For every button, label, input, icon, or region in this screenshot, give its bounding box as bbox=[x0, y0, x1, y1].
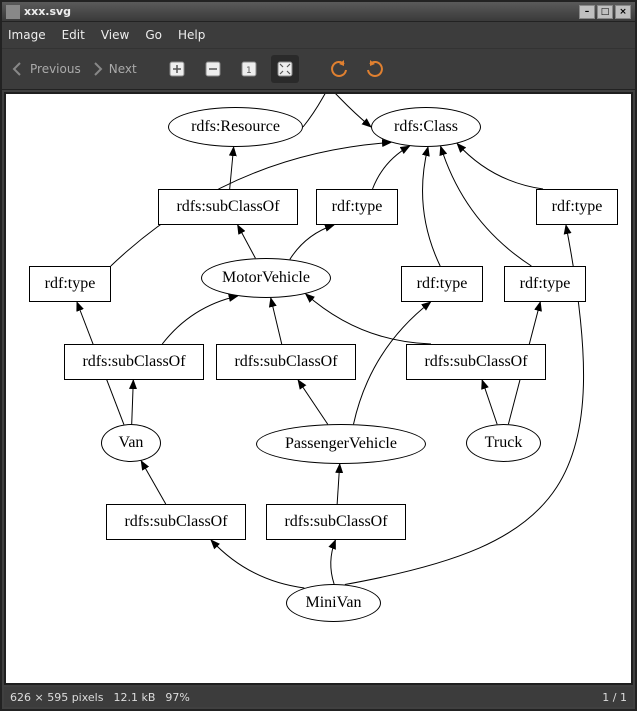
image-viewport[interactable]: rdfs:Resource rdfs:Class rdfs:subClassOf rd… bbox=[4, 92, 633, 685]
statusbar: 626 × 595 pixels 12.1 kB 97% 1 / 1 bbox=[4, 687, 633, 707]
graph-node-van: Van bbox=[101, 424, 161, 462]
graph-node-type_c2: rdf:type bbox=[536, 189, 618, 225]
zoom-out-button[interactable] bbox=[199, 55, 227, 83]
next-label: Next bbox=[109, 62, 137, 76]
zoom-fit-button[interactable] bbox=[271, 55, 299, 83]
graph-node-type_l: rdf:type bbox=[29, 266, 111, 302]
menu-view[interactable]: View bbox=[101, 28, 129, 42]
menubar: Image Edit View Go Help bbox=[2, 22, 635, 48]
svg-text:1: 1 bbox=[246, 66, 252, 76]
previous-label: Previous bbox=[30, 62, 81, 76]
rotate-left-icon bbox=[330, 60, 348, 78]
minimize-button[interactable]: – bbox=[579, 5, 595, 19]
zoom-out-icon bbox=[205, 61, 221, 77]
graph-node-sco_mvan1: rdfs:subClassOf bbox=[106, 504, 246, 540]
status-page: 1 / 1 bbox=[602, 691, 627, 704]
graph-node-type_r2: rdf:type bbox=[504, 266, 586, 302]
maximize-button[interactable]: □ bbox=[597, 5, 613, 19]
graph-node-pv: PassengerVehicle bbox=[256, 424, 426, 464]
arrow-left-icon bbox=[10, 61, 26, 77]
graph-node-sco_res: rdfs:subClassOf bbox=[158, 189, 298, 225]
graph-node-mv: MotorVehicle bbox=[201, 258, 331, 298]
close-button[interactable]: × bbox=[615, 5, 631, 19]
arrow-right-icon bbox=[89, 61, 105, 77]
graph-node-sco_van: rdfs:subClassOf bbox=[64, 344, 204, 380]
zoom-fit-icon bbox=[277, 61, 293, 77]
rotate-left-button[interactable] bbox=[325, 55, 353, 83]
zoom-in-button[interactable] bbox=[163, 55, 191, 83]
app-icon bbox=[6, 5, 20, 19]
toolbar: Previous Next 1 bbox=[2, 48, 635, 90]
zoom-in-icon bbox=[169, 61, 185, 77]
graph-node-truck: Truck bbox=[466, 424, 541, 462]
status-dimensions: 626 × 595 pixels bbox=[10, 691, 103, 704]
menu-edit[interactable]: Edit bbox=[62, 28, 85, 42]
graph-node-type_c1: rdf:type bbox=[316, 189, 398, 225]
status-filesize: 12.1 kB bbox=[113, 691, 155, 704]
menu-image[interactable]: Image bbox=[8, 28, 46, 42]
graph-node-sco_mvan2: rdfs:subClassOf bbox=[266, 504, 406, 540]
zoom-original-button[interactable]: 1 bbox=[235, 55, 263, 83]
menu-go[interactable]: Go bbox=[145, 28, 162, 42]
graph-node-minivan: MiniVan bbox=[286, 584, 381, 622]
rotate-right-button[interactable] bbox=[361, 55, 389, 83]
next-button[interactable]: Next bbox=[89, 61, 137, 77]
window-title: xxx.svg bbox=[24, 5, 577, 18]
graph-node-sco_truck: rdfs:subClassOf bbox=[406, 344, 546, 380]
previous-button[interactable]: Previous bbox=[10, 61, 81, 77]
rotate-right-icon bbox=[366, 60, 384, 78]
graph-node-sco_pv: rdfs:subClassOf bbox=[216, 344, 356, 380]
graph-node-resource: rdfs:Resource bbox=[168, 107, 303, 147]
menu-help[interactable]: Help bbox=[178, 28, 205, 42]
titlebar: xxx.svg – □ × bbox=[2, 2, 635, 22]
graph-node-type_r1: rdf:type bbox=[401, 266, 483, 302]
graph-node-class: rdfs:Class bbox=[371, 107, 481, 147]
zoom-original-icon: 1 bbox=[241, 61, 257, 77]
status-zoom: 97% bbox=[165, 691, 189, 704]
